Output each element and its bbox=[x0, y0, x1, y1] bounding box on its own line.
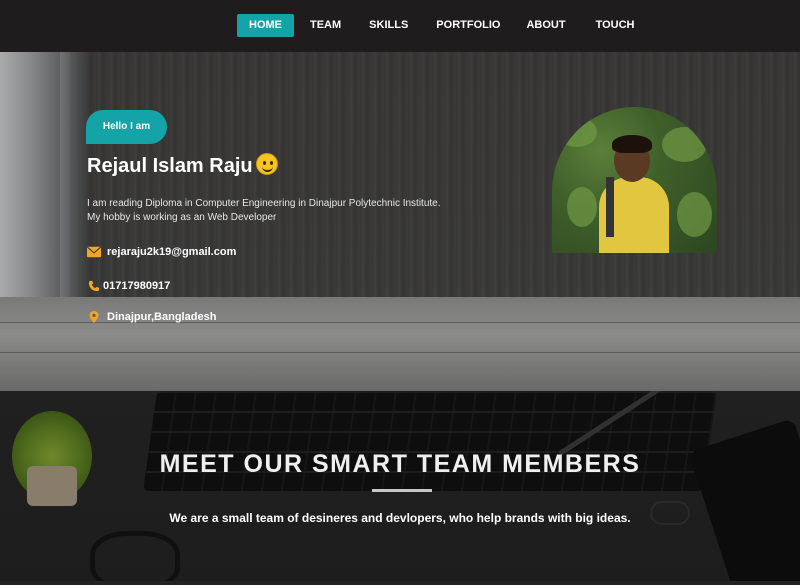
top-navbar: HOME TEAM SKILLS PORTFOLIO ABOUT TOUCH bbox=[0, 0, 800, 52]
nav-menu: HOME TEAM SKILLS PORTFOLIO ABOUT TOUCH bbox=[237, 14, 647, 37]
profile-photo bbox=[552, 107, 717, 253]
profile-name: Rejaul Islam Raju bbox=[87, 153, 278, 178]
smile-emoji-icon bbox=[255, 153, 278, 175]
nav-item-about[interactable]: ABOUT bbox=[514, 14, 577, 37]
team-heading: MEET OUR SMART TEAM MEMBERS bbox=[159, 450, 641, 478]
contact-location: Dinajpur,Bangladesh bbox=[87, 311, 216, 323]
team-subheading: We are a small team of desineres and dev… bbox=[169, 511, 631, 525]
greeting-badge: Hello I am bbox=[86, 110, 167, 144]
heading-divider bbox=[372, 489, 432, 492]
contact-phone[interactable]: 01717980917 bbox=[87, 280, 170, 292]
phone-icon bbox=[88, 280, 100, 292]
hero-section: Hello I am Rejaul Islam Raju I am readin… bbox=[0, 52, 800, 391]
envelope-icon bbox=[87, 246, 101, 258]
nav-item-touch[interactable]: TOUCH bbox=[584, 14, 647, 37]
nav-item-skills[interactable]: SKILLS bbox=[357, 14, 420, 37]
nav-item-portfolio[interactable]: PORTFOLIO bbox=[424, 14, 512, 37]
team-section: MEET OUR SMART TEAM MEMBERS We are a sma… bbox=[0, 391, 800, 585]
nav-item-home[interactable]: HOME bbox=[237, 14, 294, 37]
map-pin-icon bbox=[89, 311, 99, 323]
nav-item-team[interactable]: TEAM bbox=[298, 14, 353, 37]
contact-email[interactable]: rejaraju2k19@gmail.com bbox=[87, 246, 236, 258]
profile-bio: I am reading Diploma in Computer Enginee… bbox=[87, 198, 441, 223]
